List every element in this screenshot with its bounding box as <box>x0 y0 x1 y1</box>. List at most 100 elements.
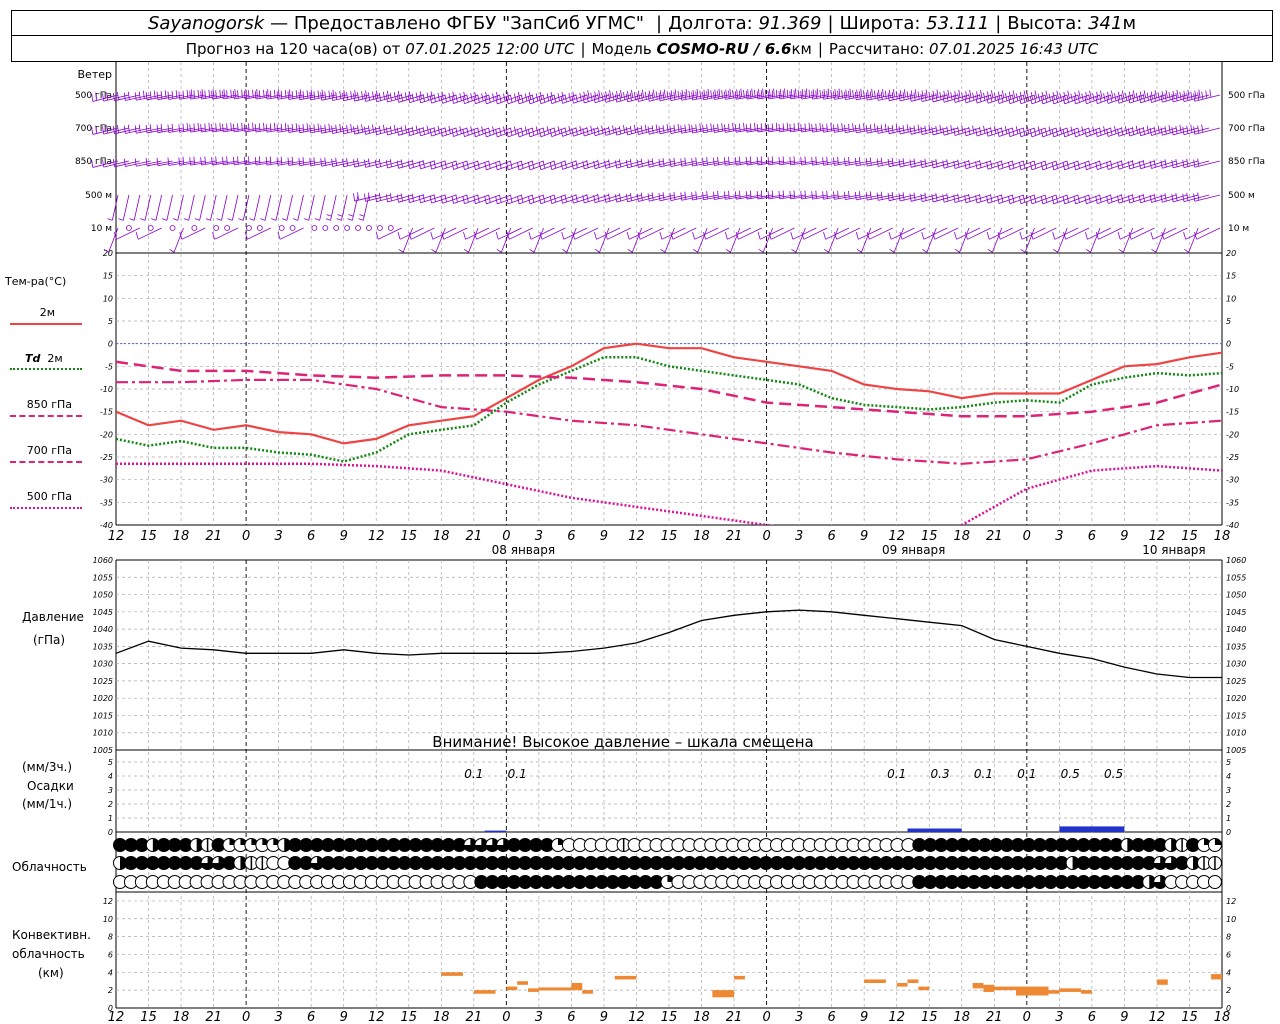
barb-flag <box>269 90 272 99</box>
barb-flag <box>382 124 385 133</box>
barb-flag <box>924 192 927 201</box>
barb-flag <box>732 123 734 131</box>
barb-flag <box>153 90 156 99</box>
barb-flag <box>258 156 261 165</box>
barb-flag <box>859 124 861 133</box>
barb-flag <box>906 91 909 100</box>
barb-flag <box>1193 93 1196 102</box>
barb-flag <box>921 231 925 240</box>
barb-flag <box>320 125 323 134</box>
conv-segment <box>1081 990 1092 994</box>
time-tick-label: 15 <box>140 529 157 544</box>
temp-axis-tick: -5 <box>105 362 113 371</box>
barb-flag <box>140 218 146 221</box>
barb-flag <box>898 93 901 102</box>
barb-flag <box>819 122 822 131</box>
barb-flag <box>629 158 632 167</box>
time-tick-label: 12 <box>628 529 645 544</box>
barb-staff <box>1155 227 1166 253</box>
barb-flag <box>260 218 266 221</box>
legend-td-label: Td <box>25 352 41 365</box>
barb-flag <box>932 90 935 99</box>
wind-barb <box>572 227 599 240</box>
barb-flag <box>263 89 265 98</box>
barb-flag <box>586 159 589 168</box>
conv-segment <box>994 986 1016 991</box>
barb-flag <box>368 158 370 167</box>
time-tick-label: 15 <box>140 1010 157 1024</box>
barb-flag <box>156 157 159 166</box>
barb-flag <box>695 157 698 166</box>
precip-axis-tick: 5 <box>1226 758 1231 767</box>
wind-barb <box>801 227 828 240</box>
barb-flag <box>636 193 639 202</box>
barb-flag <box>1089 90 1092 99</box>
conv-axis-tick: 4 <box>1226 968 1231 977</box>
barb-flag <box>747 89 749 98</box>
wind-barb <box>191 225 198 231</box>
time-tick-label: 18 <box>173 1010 190 1024</box>
barb-flag <box>280 123 283 132</box>
barb-flag <box>269 156 272 165</box>
wind-level-label: 850 гПа <box>75 157 112 167</box>
barb-flag <box>913 192 916 201</box>
wind-barb <box>1182 89 1210 102</box>
barb-flag <box>837 156 839 165</box>
barb-flag <box>691 92 693 101</box>
time-tick-label: 3 <box>275 529 283 544</box>
barb-flag <box>902 125 905 134</box>
calm-marker <box>366 225 372 231</box>
barb-flag <box>891 124 894 133</box>
precip-axis-tick: 5 <box>108 758 113 767</box>
barb-flag <box>651 158 654 167</box>
barb-flag <box>1023 90 1027 99</box>
wind-barb <box>227 194 239 221</box>
barb-flag <box>692 231 696 240</box>
calm-marker <box>126 225 132 231</box>
wind-barb <box>366 225 372 231</box>
wind-barb <box>791 227 806 253</box>
barb-flag <box>702 157 704 166</box>
barb-flag <box>400 126 403 135</box>
barb-flag <box>662 158 665 167</box>
barb-flag <box>920 93 923 102</box>
barb-flag <box>368 125 370 134</box>
barb-flag <box>586 126 589 135</box>
date-label: 10 января <box>1142 543 1205 557</box>
time-tick-label: 15 <box>1181 1010 1198 1024</box>
barb-flag <box>891 91 894 100</box>
barb-staff <box>177 194 184 221</box>
wind-barb <box>1128 227 1155 240</box>
barb-flag <box>625 160 628 168</box>
time-tick-label: 3 <box>1055 1010 1063 1024</box>
barb-flag <box>118 218 124 221</box>
barb-flag <box>353 93 355 102</box>
barb-flag <box>713 157 715 166</box>
time-tick-label: 12 <box>888 529 905 544</box>
barb-flag <box>287 124 290 133</box>
barb-staff <box>893 227 904 253</box>
barb-flag <box>331 125 334 134</box>
barb-flag <box>935 126 938 134</box>
time-tick-label: 18 <box>173 529 190 544</box>
wind-barb <box>162 194 173 221</box>
time-tick-label: 21 <box>205 1010 222 1024</box>
barb-flag <box>691 192 693 201</box>
barb-flag <box>688 90 691 99</box>
time-tick-label: 3 <box>1055 529 1063 544</box>
barb-flag <box>113 92 115 101</box>
barb-flag <box>718 88 721 97</box>
wind-barb <box>249 194 261 221</box>
barb-flag <box>1186 125 1189 134</box>
barb-flag <box>590 92 593 101</box>
conv-segment <box>896 983 908 987</box>
temp-axis-tick: 20 <box>103 249 113 258</box>
time-tick-label: 12 <box>888 1010 905 1024</box>
time-tick-label: 6 <box>307 529 315 544</box>
barb-flag <box>644 124 647 133</box>
barb-flag <box>950 92 953 100</box>
barb-flag <box>430 231 434 240</box>
barb-flag <box>357 92 360 101</box>
barb-flag <box>922 248 928 253</box>
barb-staff <box>991 227 1003 253</box>
